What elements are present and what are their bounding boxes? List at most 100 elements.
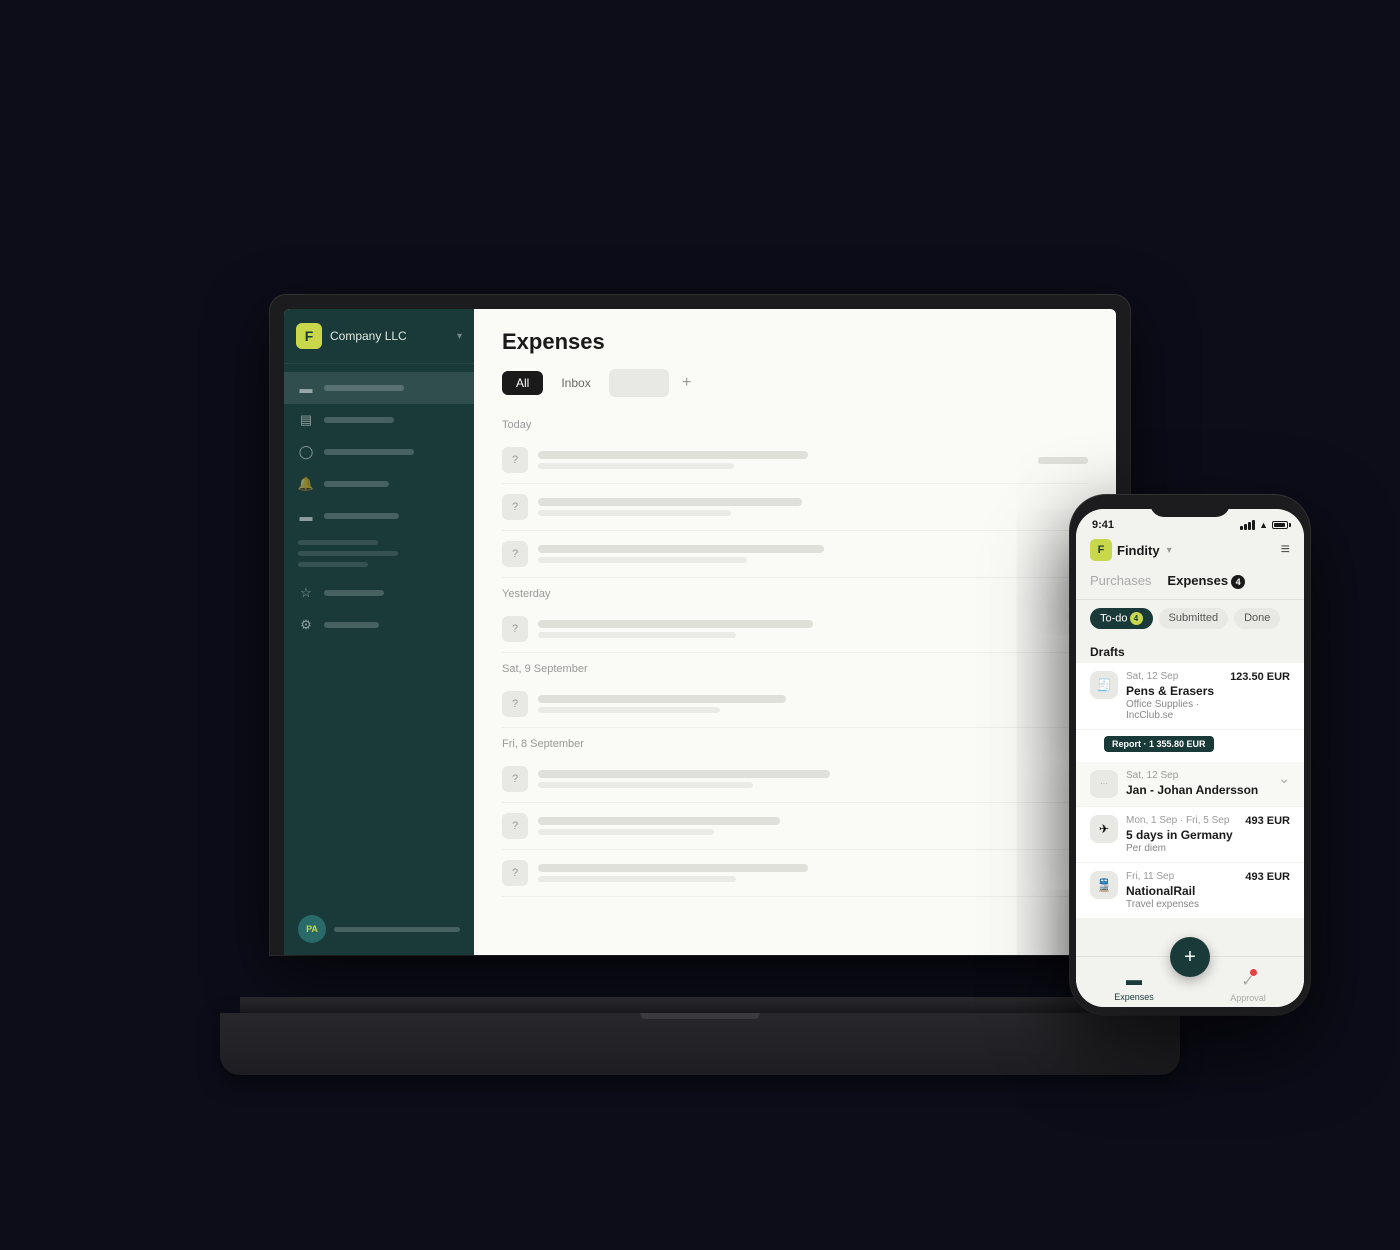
content-body: Today ? ?	[474, 409, 1116, 955]
footer-user-bar	[334, 927, 460, 932]
item-title: NationalRail	[1126, 884, 1237, 898]
sidebar-logo: F	[296, 323, 322, 349]
nav-expenses[interactable]: ▬ Expenses	[1114, 972, 1154, 1002]
nav-expenses-label: Expenses	[1114, 992, 1154, 1002]
phone-tab-purchases[interactable]: Purchases	[1090, 573, 1151, 589]
sidebar-item-bell[interactable]: 🔔	[284, 468, 474, 500]
section-yesterday: Yesterday	[502, 578, 1088, 606]
phone-filter-row: To-do4 Submitted Done	[1076, 600, 1304, 637]
item-date: Sat, 12 Sep	[1126, 770, 1266, 781]
item-amount: 493 EUR	[1245, 815, 1290, 827]
expenses-nav-icon: ▬	[1126, 972, 1142, 990]
sidebar-section-bar	[298, 551, 398, 556]
filter-done-button[interactable]: Done	[1234, 608, 1280, 629]
expense-icon: ?	[502, 494, 528, 520]
wallet-icon: ▬	[298, 508, 314, 524]
expense-bars	[538, 695, 1088, 713]
phone-logo-icon: F	[1090, 539, 1112, 561]
signal-bar-2	[1244, 524, 1247, 530]
expense-icon: ?	[502, 691, 528, 717]
sidebar-footer: PA	[284, 903, 474, 955]
sidebar-section-bar	[298, 562, 368, 567]
tab-inbox[interactable]: Inbox	[547, 371, 604, 395]
avatar: PA	[298, 915, 326, 943]
table-row[interactable]: ?	[502, 756, 1088, 803]
filter-todo-button[interactable]: To-do4	[1090, 608, 1153, 629]
expense-bar-main	[538, 620, 813, 628]
table-row[interactable]: ?	[502, 531, 1088, 578]
filter-submitted-button[interactable]: Submitted	[1159, 608, 1229, 629]
nav-approval-label: Approval	[1230, 993, 1266, 1003]
table-row[interactable]: ?	[502, 803, 1088, 850]
item-content: Fri, 11 Sep NationalRail Travel expenses	[1126, 871, 1237, 910]
item-amount: 123.50 EUR	[1230, 671, 1290, 683]
sidebar-nav: ▬ ▤ ◯ 🔔	[284, 364, 474, 903]
travel-icon: ✈	[1090, 815, 1118, 843]
phone-tab-expenses[interactable]: Expenses4	[1167, 573, 1245, 589]
list-item[interactable]: 🧾 Sat, 12 Sep Pens & Erasers Office Supp…	[1076, 663, 1304, 729]
expense-bar-sub	[538, 510, 731, 516]
star-icon: ☆	[298, 585, 314, 601]
sidebar-label-bar	[324, 449, 414, 455]
table-row[interactable]: ?	[502, 850, 1088, 897]
sidebar-item-document[interactable]: ▤	[284, 404, 474, 436]
sidebar-item-card[interactable]: ▬	[284, 372, 474, 404]
table-row[interactable]: ?	[502, 484, 1088, 531]
expense-bar-sub	[538, 707, 720, 713]
item-title: 5 days in Germany	[1126, 828, 1237, 842]
wifi-icon: ▲	[1259, 520, 1268, 530]
item-title: Pens & Erasers	[1126, 684, 1222, 698]
expense-bars	[538, 451, 1028, 469]
tab-all[interactable]: All	[502, 371, 543, 395]
nav-approval[interactable]: ✓ Approval	[1230, 971, 1266, 1003]
tab-placeholder	[609, 369, 669, 397]
battery-fill	[1274, 523, 1285, 527]
expense-bar-sub	[538, 632, 736, 638]
list-item[interactable]: 🚆 Fri, 11 Sep NationalRail Travel expens…	[1076, 863, 1304, 918]
phone-bottom-nav: ▬ Expenses + ✓ Approval	[1076, 956, 1304, 1007]
phone-content: Drafts 🧾 Sat, 12 Sep Pens & Erasers Offi…	[1076, 637, 1304, 956]
expense-bar-main	[538, 451, 808, 459]
sidebar-company-label: Company LLC	[330, 329, 449, 343]
item-content: Sat, 12 Sep Jan - Johan Andersson	[1126, 770, 1266, 798]
hamburger-menu-icon[interactable]: ≡	[1281, 541, 1290, 559]
report-tag: Report · 1 355.80 EUR	[1104, 736, 1214, 752]
page-title: Expenses	[502, 329, 1088, 355]
item-title: Jan - Johan Andersson	[1126, 783, 1266, 797]
item-subtitle: Per diem	[1126, 843, 1237, 854]
sidebar-item-person[interactable]: ◯	[284, 436, 474, 468]
fab-add-button[interactable]: +	[1170, 937, 1210, 977]
table-row[interactable]: ?	[502, 681, 1088, 728]
expense-bars	[538, 817, 1088, 835]
expense-bar-main	[538, 770, 830, 778]
table-row[interactable]: ?	[502, 437, 1088, 484]
sidebar-item-settings[interactable]: ⚙	[284, 609, 474, 641]
expense-icon: ?	[502, 813, 528, 839]
item-date: Sat, 12 Sep	[1126, 671, 1222, 682]
expense-bars	[538, 545, 1088, 563]
main-header: Expenses All Inbox +	[474, 309, 1116, 409]
bell-icon: 🔔	[298, 476, 314, 492]
sidebar-item-star[interactable]: ☆	[284, 577, 474, 609]
item-date: Fri, 11 Sep	[1126, 871, 1237, 882]
scene: F Company LLC ▾ ▬ ▤	[150, 175, 1250, 1075]
expense-icon: ?	[502, 860, 528, 886]
card-icon: ▬	[298, 380, 314, 396]
approval-nav-icon: ✓	[1241, 971, 1254, 991]
phone-app-header: F Findity ▾ ≡	[1076, 535, 1304, 569]
item-subtitle: Office Supplies · IncClub.se	[1126, 699, 1222, 721]
sidebar-section-bar	[298, 540, 378, 545]
sidebar-header[interactable]: F Company LLC ▾	[284, 309, 474, 364]
sidebar-item-wallet[interactable]: ▬	[284, 500, 474, 532]
report-tag-row: Report · 1 355.80 EUR	[1076, 730, 1304, 762]
expense-bar-sub	[538, 782, 753, 788]
list-item[interactable]: ··· Sat, 12 Sep Jan - Johan Andersson ⌄	[1076, 762, 1304, 806]
list-item[interactable]: ✈ Mon, 1 Sep · Fri, 5 Sep 5 days in Germ…	[1076, 807, 1304, 862]
person-icon: ◯	[298, 444, 314, 460]
expense-bar-main	[538, 498, 802, 506]
table-row[interactable]: ?	[502, 606, 1088, 653]
laptop: F Company LLC ▾ ▬ ▤	[240, 295, 1160, 1075]
sidebar-label-bar	[324, 481, 389, 487]
phone-app-logo[interactable]: F Findity ▾	[1090, 539, 1172, 561]
tab-add-button[interactable]: +	[673, 369, 701, 397]
